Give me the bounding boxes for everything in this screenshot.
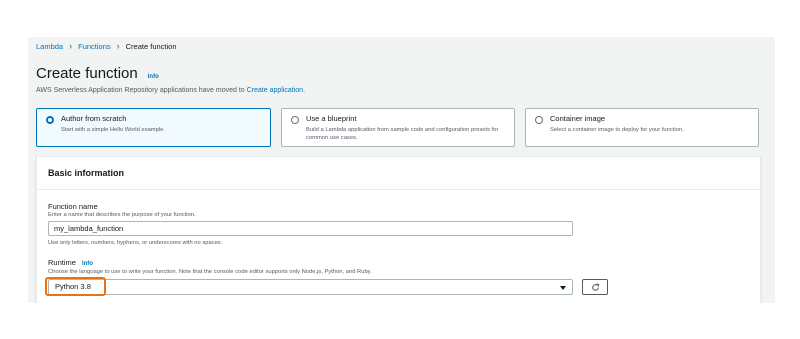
radio-unselected-icon[interactable]	[535, 116, 543, 124]
runtime-select-value: Python 3.8	[55, 282, 91, 291]
runtime-select[interactable]: Python 3.8	[45, 277, 573, 296]
option-container-image[interactable]: Container image Select a container image…	[525, 108, 759, 147]
caret-down-icon	[560, 286, 566, 290]
option-description: Select a container image to deploy for y…	[550, 127, 684, 133]
breadcrumb-lambda[interactable]: Lambda	[36, 42, 63, 51]
function-name-label: Function name	[48, 202, 98, 211]
runtime-label: Runtime Info	[48, 258, 93, 267]
function-name-label-text: Function name	[48, 202, 98, 211]
runtime-label-text: Runtime	[48, 258, 76, 267]
info-link[interactable]: Info	[148, 74, 159, 80]
refresh-icon	[591, 283, 599, 291]
panel-title: Basic information	[48, 168, 125, 178]
option-title: Author from scratch	[61, 114, 127, 123]
runtime-description: Choose the language to use to write your…	[48, 269, 372, 275]
function-name-input[interactable]: my_lambda_function	[48, 221, 573, 236]
breadcrumb-current: Create function	[125, 42, 177, 51]
refresh-button[interactable]	[582, 279, 608, 295]
radio-selected-icon[interactable]	[46, 116, 54, 124]
function-name-constraint: Use only letters, numbers, hyphens, or u…	[48, 240, 223, 246]
option-description: Start with a simple Hello World example.	[61, 127, 165, 133]
option-title: Container image	[550, 114, 606, 123]
option-description: Build a Lambda application from sample c…	[306, 127, 499, 141]
chevron-right-icon: ›	[116, 41, 120, 51]
notice-text: AWS Serverless Application Repository ap…	[36, 87, 305, 94]
lambda-console: Lambda › Functions › Create function Cre…	[28, 37, 775, 303]
panel-header: Basic information	[37, 157, 760, 190]
breadcrumb-functions[interactable]: Functions	[78, 42, 111, 51]
notice-prefix: AWS Serverless Application Repository ap…	[36, 87, 247, 94]
radio-unselected-icon[interactable]	[291, 116, 299, 124]
function-name-description: Enter a name that describes the purpose …	[48, 212, 196, 218]
option-title: Use a blueprint	[306, 114, 357, 123]
create-application-link[interactable]: Create application	[247, 87, 303, 94]
runtime-info-link[interactable]: Info	[82, 261, 93, 267]
option-use-a-blueprint[interactable]: Use a blueprint Build a Lambda applicati…	[281, 108, 515, 147]
basic-information-panel: Basic information Function name Enter a …	[36, 156, 761, 303]
notice-suffix: .	[303, 87, 306, 94]
page-title: Create function Info	[36, 65, 159, 82]
chevron-right-icon: ›	[69, 41, 73, 51]
page-title-text: Create function	[36, 65, 138, 82]
breadcrumb: Lambda › Functions › Create function	[36, 41, 177, 52]
option-author-from-scratch[interactable]: Author from scratch Start with a simple …	[36, 108, 271, 147]
